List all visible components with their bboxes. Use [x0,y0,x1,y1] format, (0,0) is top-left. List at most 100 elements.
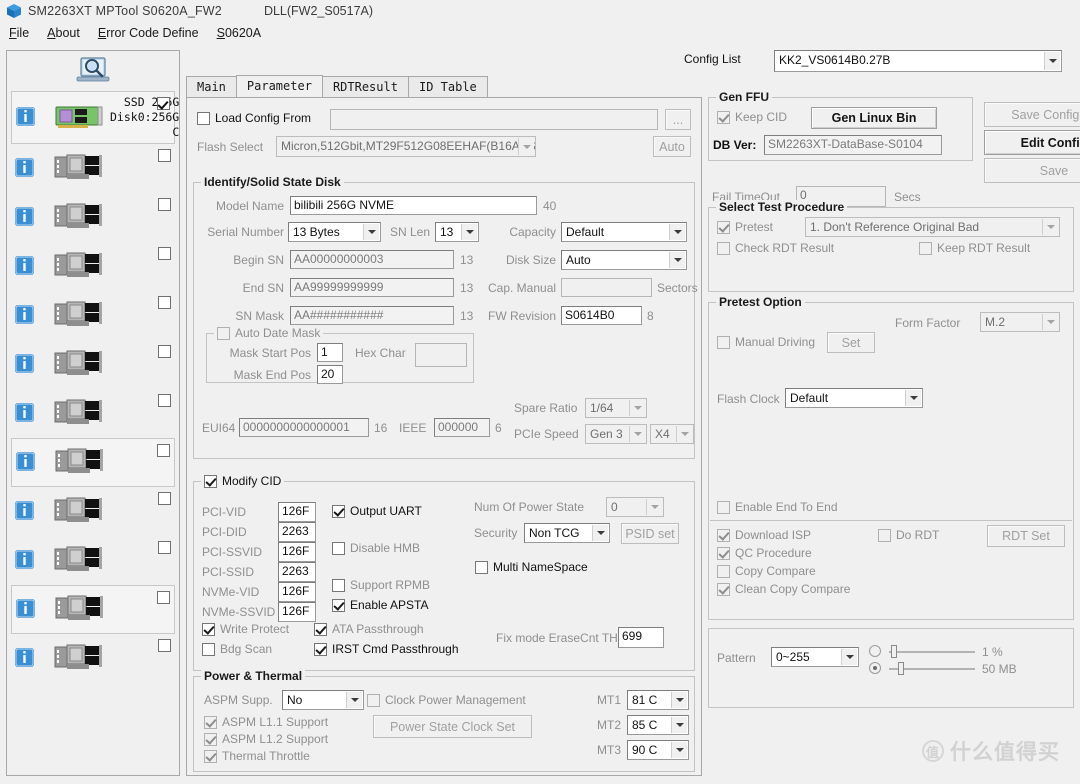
thermal-threshold-combo[interactable]: 90 C [627,740,689,760]
device-select-checkbox[interactable] [158,247,171,260]
pattern-percent-slider[interactable] [889,645,975,658]
flash-auto-button[interactable]: Auto [653,136,691,157]
chevron-down-icon[interactable] [841,649,857,665]
ata-passthrough-box[interactable] [314,622,327,636]
manual-driving-box[interactable] [717,335,730,349]
cid-option-checkbox[interactable]: Support RPMB [332,578,430,592]
keep-rdt-result-box[interactable] [919,241,932,255]
do-rdt-checkbox[interactable]: Do RDT [878,528,939,542]
cid-option-box[interactable] [332,598,345,612]
pretest-checkbox[interactable]: Pretest [717,220,773,234]
info-icon[interactable] [15,255,37,278]
device-row[interactable] [11,291,175,340]
cid-option-checkbox[interactable]: Output UART [332,504,422,518]
clock-power-management-checkbox[interactable]: Clock Power Management [367,693,526,707]
cid-input[interactable]: 126F [278,602,316,622]
menu-about[interactable]: About [38,24,89,42]
cid-input[interactable]: 126F [278,582,316,602]
info-icon[interactable] [16,451,38,474]
hex-char-input[interactable] [415,343,467,367]
clean-copy-compare-checkbox[interactable]: Clean Copy Compare [717,582,850,596]
thermal-throttle-checkbox[interactable]: Thermal Throttle [204,749,310,763]
disk-size-combo[interactable]: Auto [561,250,687,270]
pattern-percent-radio[interactable] [869,645,881,657]
download-isp-checkbox[interactable]: Download ISP [717,528,811,542]
pcie-speed-combo[interactable]: Gen 3 [585,424,647,444]
pretest-box[interactable] [717,220,730,234]
security-combo[interactable]: Non TCG [524,523,610,543]
irst-passthrough-box[interactable] [314,642,327,656]
pattern-size-slider[interactable] [889,662,975,675]
begin-sn-input[interactable]: AA00000000003 [290,250,454,269]
thermal-threshold-combo[interactable]: 85 C [627,715,689,735]
rdt-set-button[interactable]: RDT Set [987,525,1065,547]
enable-end-to-end-checkbox[interactable]: Enable End To End [717,500,838,514]
device-row[interactable] [11,585,175,634]
menu-file[interactable]: File [0,24,38,42]
pcie-lanes-combo[interactable]: X4 [650,424,694,444]
info-icon[interactable] [15,157,37,180]
enable-end-to-end-box[interactable] [717,500,730,514]
cid-input[interactable]: 126F [278,542,316,562]
aspm-l11-box[interactable] [204,715,217,729]
info-icon[interactable] [15,353,37,376]
tab-main[interactable]: Main [186,76,237,98]
manual-driving-checkbox[interactable]: Manual Driving [717,335,815,349]
info-icon[interactable] [15,402,37,425]
thermal-throttle-box[interactable] [204,749,217,763]
eui64-input[interactable]: 0000000000000001 [239,418,369,437]
chevron-down-icon[interactable] [461,224,477,240]
device-select-checkbox[interactable] [158,394,171,407]
thermal-threshold-combo[interactable]: 81 C [627,690,689,710]
fix-mode-erasecnt-input[interactable]: 699 [618,627,664,648]
cid-input[interactable]: 2263 [278,562,316,582]
info-icon[interactable] [15,549,37,572]
irst-passthrough-checkbox[interactable]: IRST Cmd Passthrough [314,642,459,656]
fw-revision-input[interactable]: S0614B0 [561,306,642,325]
device-row[interactable] [11,389,175,438]
modify-cid-caption[interactable]: Modify CID [201,474,285,488]
keep-cid-box[interactable] [717,110,730,124]
load-config-from-box[interactable] [197,111,210,125]
chevron-down-icon[interactable] [1042,314,1058,330]
edit-config-button[interactable]: Edit Config [984,130,1080,155]
multi-namespace-checkbox[interactable]: Multi NameSpace [475,560,588,574]
bdg-scan-checkbox[interactable]: Bdg Scan [202,642,272,656]
download-isp-box[interactable] [717,528,730,542]
aspm-supp-combo[interactable]: No [282,690,364,710]
capacity-combo[interactable]: Default [561,222,687,242]
cid-option-box[interactable] [332,578,345,592]
sn-len-combo[interactable]: 13 [435,222,479,242]
device-row[interactable] [11,340,175,389]
info-icon[interactable] [15,500,37,523]
device-select-checkbox[interactable] [158,198,171,211]
power-state-clock-set-button[interactable]: Power State Clock Set [373,715,532,738]
device-row[interactable] [11,193,175,242]
modify-cid-box[interactable] [204,474,217,488]
chevron-down-icon[interactable] [592,525,608,541]
serial-number-combo[interactable]: 13 Bytes [288,222,381,242]
device-row[interactable] [11,144,175,193]
keep-rdt-result-checkbox[interactable]: Keep RDT Result [919,241,1030,255]
auto-date-mask-checkbox[interactable] [217,326,230,340]
chevron-down-icon[interactable] [671,717,687,733]
qc-procedure-checkbox[interactable]: QC Procedure [717,546,812,560]
flash-select-combo[interactable]: Micron,512Gbit,MT29F512G08EEHAF(B16A)(SM… [276,136,536,157]
device-select-checkbox[interactable] [158,492,171,505]
cap-manual-input[interactable] [561,278,652,297]
load-config-from-input[interactable] [330,109,658,130]
clean-copy-compare-box[interactable] [717,582,730,596]
device-select-checkbox[interactable] [158,345,171,358]
chevron-down-icon[interactable] [669,252,685,268]
device-select-checkbox[interactable] [158,639,171,652]
multi-namespace-box[interactable] [475,560,488,574]
aspm-l11-checkbox[interactable]: ASPM L1.1 Support [204,715,328,729]
test-procedure-combo[interactable]: 1. Don't Reference Original Bad [805,217,1060,237]
device-row[interactable]: SSD 256GB Disk0:256GB C: [11,91,179,144]
chevron-down-icon[interactable] [346,692,362,708]
chevron-down-icon[interactable] [671,742,687,758]
device-select-checkbox[interactable] [158,149,171,162]
device-select-checkbox[interactable] [157,591,170,604]
scan-disk-button[interactable] [7,51,179,91]
device-select-checkbox[interactable] [158,541,171,554]
